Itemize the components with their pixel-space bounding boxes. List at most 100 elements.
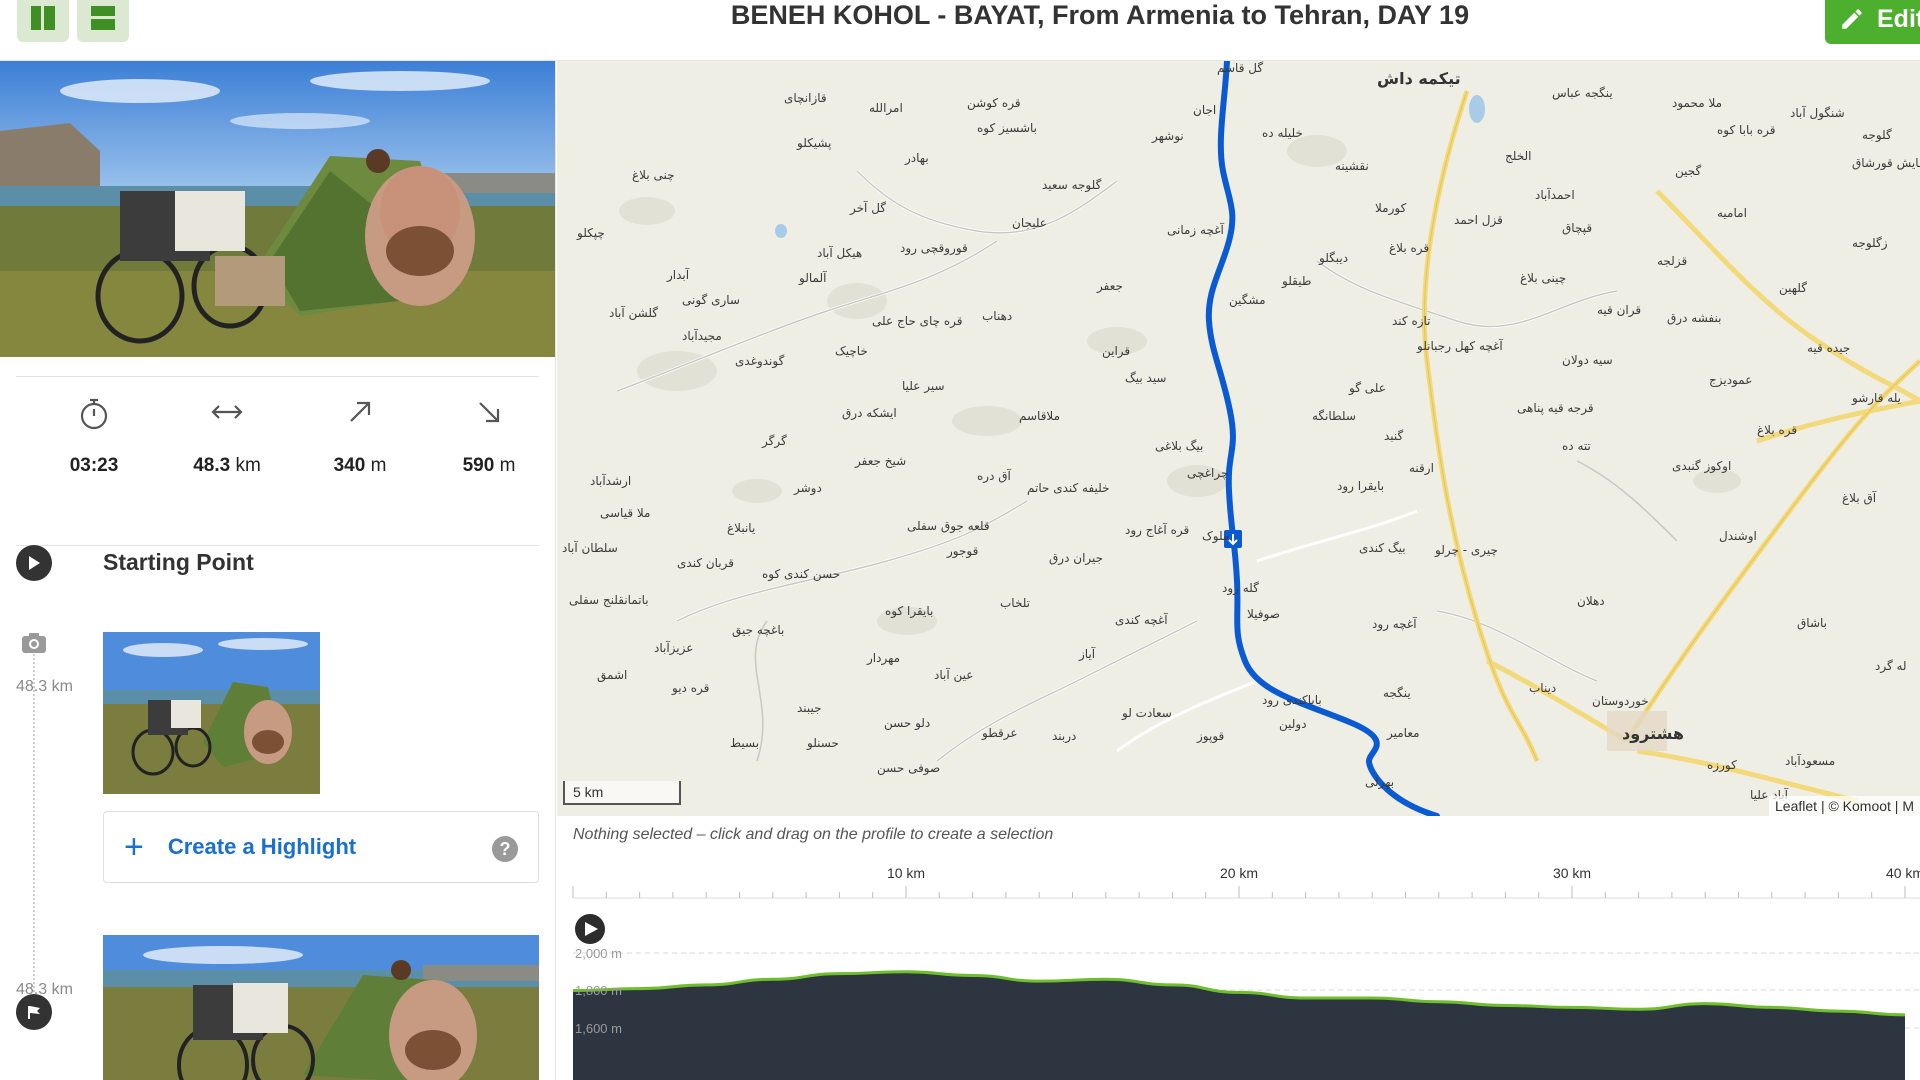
stat-uphill: 340 m bbox=[290, 377, 430, 477]
place-label: علیجان bbox=[1012, 216, 1047, 230]
edit-button-label: Edit bbox=[1877, 4, 1920, 33]
place-label: بایقرا کوه bbox=[885, 604, 934, 618]
place-label: قره بلاغ bbox=[1757, 423, 1798, 437]
place-label: گجین bbox=[1675, 164, 1702, 178]
route-map[interactable]: قازانچای امرالله قره کوشن باشسیز کوه پشی… bbox=[557, 61, 1920, 816]
place-label: آغچه رود bbox=[1372, 617, 1417, 631]
place-label: معامیر bbox=[1387, 726, 1420, 740]
profile-play-button[interactable] bbox=[575, 914, 605, 944]
place-label: ایشکه درق bbox=[842, 406, 897, 420]
place-label: گله رود bbox=[1222, 581, 1259, 595]
elevation-chart[interactable]: 10 km 20 km 30 km 40 km 2,000 m 1,800 m 1,600… bbox=[557, 856, 1920, 1080]
y-tick-label: 1,800 m bbox=[575, 983, 622, 998]
uphill-arrow-icon bbox=[350, 401, 371, 422]
place-label: شیخ جعفر bbox=[855, 454, 907, 468]
photo-thumbnail[interactable] bbox=[103, 632, 320, 794]
end-point-marker[interactable] bbox=[16, 994, 52, 1030]
place-label: بسیط bbox=[730, 736, 760, 750]
place-label: باغچه جیق bbox=[732, 623, 785, 637]
place-label: مسعودآباد bbox=[1785, 754, 1836, 768]
place-label: نوشهر bbox=[1152, 129, 1184, 143]
place-label: قره بابا کوه bbox=[1717, 123, 1776, 137]
header-bar: BENEH KOHOL - BAYAT, From Armenia to Teh… bbox=[0, 0, 1920, 61]
x-tick-label: 30 km bbox=[1553, 865, 1591, 881]
place-label: جیران درق bbox=[1049, 551, 1104, 565]
photo-distance-label: 48.3 km bbox=[16, 678, 73, 695]
timeline-connector bbox=[33, 646, 35, 996]
place-label: تازه کند bbox=[1392, 314, 1431, 328]
place-label: ملاقاسم bbox=[1019, 409, 1061, 423]
place-label: سیه دولان bbox=[1562, 353, 1613, 367]
place-label: آغچه کهل رجبانلو bbox=[1417, 339, 1503, 353]
end-photo[interactable] bbox=[103, 935, 539, 1080]
place-label: قپچاق bbox=[1562, 221, 1593, 235]
place-label: ملوک bbox=[1202, 529, 1230, 543]
map-scale-bar: 5 km bbox=[563, 781, 681, 805]
place-label: کورملا bbox=[1375, 201, 1407, 215]
create-highlight-button[interactable]: + Create a Highlight ? bbox=[103, 811, 539, 883]
place-label: دهلان bbox=[1577, 594, 1605, 608]
place-label: الخلج bbox=[1505, 149, 1532, 163]
place-label: آلمالو bbox=[799, 271, 827, 285]
place-label: گل آخر bbox=[850, 201, 886, 215]
place-label: قوجور bbox=[947, 544, 979, 558]
place-label: بنفشه درق bbox=[1667, 311, 1722, 325]
place-label: قایش قورشاق bbox=[1852, 156, 1920, 170]
place-label: دربند bbox=[1052, 729, 1077, 743]
play-icon bbox=[29, 556, 40, 570]
elevation-area bbox=[573, 971, 1905, 1080]
place-label: باباکندی رود bbox=[1262, 693, 1322, 707]
place-label: له گرد bbox=[1875, 659, 1907, 673]
page-title: BENEH KOHOL - BAYAT, From Armenia to Teh… bbox=[730, 0, 1470, 30]
place-label: تلخاب bbox=[1000, 596, 1031, 610]
x-tick-label: 20 km bbox=[1220, 865, 1258, 881]
place-label: چیری - چرلو bbox=[1435, 543, 1498, 557]
edit-button[interactable]: Edit bbox=[1825, 0, 1920, 44]
place-label: قلعه جوق سفلی bbox=[907, 519, 990, 533]
y-tick-label: 1,600 m bbox=[575, 1021, 622, 1036]
place-label: پشیکلو bbox=[797, 136, 832, 150]
place-label: عرقطو bbox=[982, 726, 1018, 740]
place-label: یانبلاغ bbox=[727, 521, 756, 535]
place-label: آغچه زمانی bbox=[1167, 223, 1224, 237]
place-label: آیاز bbox=[1079, 647, 1096, 661]
help-icon[interactable]: ? bbox=[492, 836, 518, 862]
x-tick-label: 40 km bbox=[1886, 865, 1920, 881]
place-label: چنی بلاغ bbox=[632, 168, 675, 182]
place-label: صوفیلا bbox=[1247, 607, 1280, 621]
place-label: حسنلو bbox=[807, 736, 839, 750]
place-label: گوندوغدی bbox=[735, 354, 785, 368]
place-label: باتمانقلنج سفلی bbox=[569, 593, 649, 607]
place-label: ساری گونی bbox=[682, 293, 740, 307]
map-attribution[interactable]: Leaflet | © Komoot | M bbox=[1769, 796, 1920, 816]
place-label: بهرلی bbox=[1365, 775, 1395, 789]
place-label: امرالله bbox=[869, 101, 903, 115]
elevation-profile[interactable]: Nothing selected – click and drag on the… bbox=[557, 816, 1920, 1080]
place-label: آق بلاغ bbox=[1842, 491, 1877, 505]
place-label: علی گو bbox=[1349, 381, 1386, 395]
place-label: چینی بلاغ bbox=[1520, 271, 1567, 285]
end-distance-label: 48.3 km bbox=[16, 981, 73, 998]
place-label: مشگین bbox=[1229, 293, 1266, 307]
place-label: قزل احمد bbox=[1454, 213, 1503, 227]
start-point-marker[interactable] bbox=[16, 545, 52, 581]
place-label: قره کوشن bbox=[967, 96, 1021, 110]
place-label: قراین bbox=[1102, 344, 1131, 358]
place-label: اوکوز گنبدی bbox=[1672, 459, 1732, 473]
cover-photo[interactable] bbox=[0, 61, 555, 357]
place-label: دولین bbox=[1279, 717, 1307, 731]
place-label: امامیه bbox=[1717, 206, 1747, 220]
place-label: گلوجه bbox=[1862, 128, 1892, 142]
place-label: قره بلاغ bbox=[1389, 241, 1430, 255]
place-label: گنبد bbox=[1384, 429, 1404, 443]
place-label: باشاق bbox=[1797, 616, 1828, 630]
distance-value: 48.3 bbox=[193, 455, 231, 476]
place-label: ارشدآباد bbox=[590, 474, 632, 488]
x-tick-label: 10 km bbox=[887, 865, 925, 881]
y-tick-label: 2,000 m bbox=[575, 946, 622, 961]
duration-value: 03:23 bbox=[69, 455, 119, 476]
place-label: قازانچای bbox=[784, 91, 827, 105]
place-label: قوپوز bbox=[1197, 729, 1225, 743]
distance-arrows-icon bbox=[211, 405, 243, 419]
place-label: مجیدآباد bbox=[682, 329, 722, 343]
